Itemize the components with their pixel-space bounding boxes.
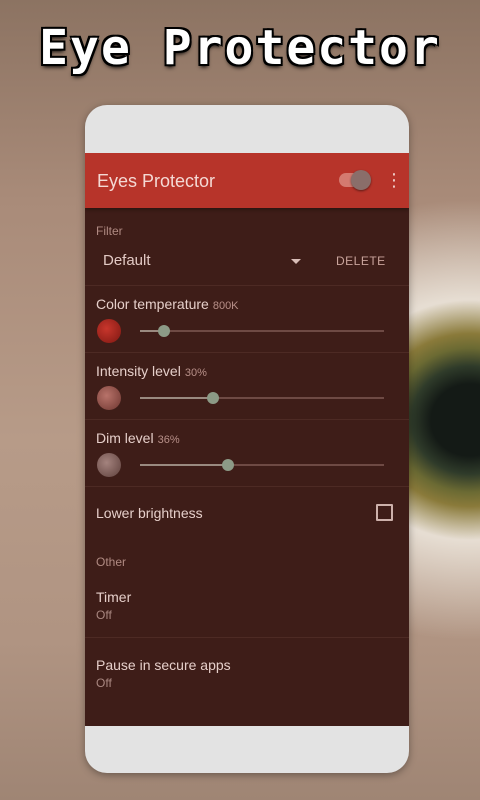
intensity-value: 30% [184,367,207,379]
dim-row: Dim level 36% [96,430,180,446]
color-temperature-slider[interactable] [140,325,384,337]
slider-fill [140,464,228,466]
slider-thumb[interactable] [158,325,171,337]
divider [85,419,409,420]
moon-icon [97,386,121,410]
more-vert-icon[interactable]: ⋮ [385,167,403,193]
divider [85,352,409,353]
dim-label: Dim level [96,430,154,446]
app-bar: Eyes Protector ⋮ [85,153,409,208]
color-temperature-row: Color temperature 800K [96,296,239,312]
pause-secure-apps-value: Off [96,676,112,690]
dim-slider[interactable] [140,459,384,471]
toggle-knob [351,170,371,190]
color-temperature-value: 800K [212,300,239,312]
banner-title: Eye Protector [39,20,441,76]
divider [85,637,409,638]
app-screen: Eyes Protector ⋮ Filter Default DELETE C… [85,153,409,726]
lower-brightness-checkbox[interactable] [376,504,393,521]
slider-fill [140,397,214,399]
moon-icon [97,319,121,343]
dropdown-arrow-icon[interactable] [291,259,301,264]
intensity-label: Intensity level [96,363,181,379]
other-header: Other [96,555,127,569]
moon-icon [97,453,121,477]
phone-frame: Eyes Protector ⋮ Filter Default DELETE C… [85,105,409,773]
timer-label[interactable]: Timer [96,589,131,605]
slider-thumb[interactable] [221,459,234,471]
filter-header: Filter [96,224,123,238]
protector-toggle[interactable] [339,170,371,190]
intensity-slider[interactable] [140,392,384,404]
divider [85,486,409,487]
lower-brightness-label: Lower brightness [96,505,203,521]
filter-dropdown[interactable]: Default [103,252,151,269]
pause-secure-apps-label[interactable]: Pause in secure apps [96,657,231,673]
delete-button[interactable]: DELETE [336,254,386,268]
slider-thumb[interactable] [207,392,220,404]
dim-value: 36% [157,434,180,446]
app-title: Eyes Protector [97,171,216,191]
color-temperature-label: Color temperature [96,296,209,312]
divider [85,285,409,286]
timer-value: Off [96,608,112,622]
intensity-row: Intensity level 30% [96,363,207,379]
